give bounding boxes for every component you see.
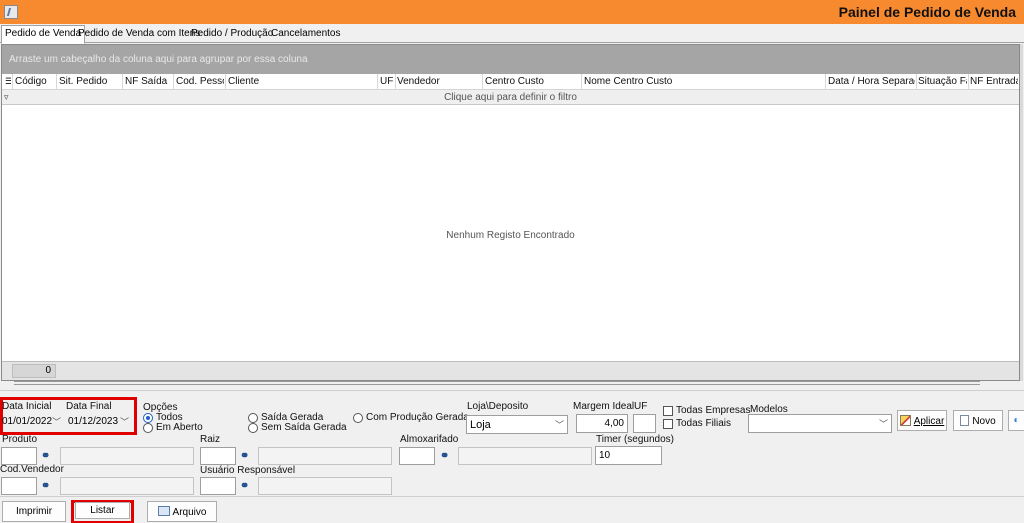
group-by-area[interactable]: Arraste um cabeçalho da coluna aqui para…: [2, 45, 1019, 74]
chevron-down-icon[interactable]: ﹀: [120, 415, 129, 428]
app-icon[interactable]: [4, 5, 18, 19]
radio-sem-saida-gerada-label[interactable]: Sem Saída Gerada: [261, 422, 347, 433]
column-nf-saida[interactable]: NF Saída: [125, 76, 172, 87]
chevron-down-icon[interactable]: ﹀: [52, 415, 61, 428]
column-vendedor[interactable]: Vendedor: [397, 76, 481, 87]
binoculars-icon[interactable]: ⚭: [240, 449, 249, 462]
usuario-responsavel-label: Usuário Responsável: [200, 465, 296, 476]
binoculars-icon[interactable]: ⚭: [240, 479, 249, 492]
title-bar: Painel de Pedido de Venda: [0, 0, 1024, 24]
todas-filiais-label[interactable]: Todas Filiais: [676, 418, 731, 429]
record-count: 0: [12, 364, 56, 378]
column-cliente[interactable]: Cliente: [228, 76, 376, 87]
column-chooser-icon[interactable]: ☰: [5, 76, 11, 87]
loja-deposito-select[interactable]: Loja ﹀: [466, 415, 568, 434]
todas-filiais-checkbox[interactable]: [663, 419, 673, 429]
produto-code-input[interactable]: [1, 447, 37, 465]
raiz-description-field: [258, 447, 392, 465]
produto-label: Produto: [2, 434, 38, 445]
column-header-row: ☰ Código Sit. Pedido NF Saída Cod. Pesso…: [2, 74, 1019, 90]
radio-saida-gerada[interactable]: [248, 413, 258, 423]
novo-button[interactable]: Novo: [953, 410, 1003, 431]
radio-em-aberto[interactable]: [143, 423, 153, 433]
tab-pedido-de-venda-com-itens[interactable]: Pedido de Venda com Itens: [75, 26, 203, 43]
binoculars-icon[interactable]: ⚭: [41, 479, 50, 492]
data-inicial-field[interactable]: 01/01/2022 ﹀: [2, 413, 64, 431]
radio-sem-saida-gerada[interactable]: [248, 423, 258, 433]
empty-message: Nenhum Registo Encontrado: [446, 230, 575, 241]
binoculars-icon[interactable]: ⚭: [440, 449, 449, 462]
almoxarifado-description-field: [458, 447, 592, 465]
vendedor-description-field: [60, 477, 194, 495]
data-final-field[interactable]: 01/12/2023 ﹀: [68, 413, 132, 431]
column-codigo[interactable]: Código: [15, 76, 55, 87]
uf-input[interactable]: [633, 414, 656, 433]
almoxarifado-code-input[interactable]: [399, 447, 435, 465]
margem-ideal-label: Margem Ideal: [573, 401, 635, 412]
tab-bar: Pedido de Venda Pedido de Venda com Iten…: [0, 24, 1024, 44]
extra-toolbar-button[interactable]: ◐: [1008, 410, 1024, 431]
produto-description-field: [60, 447, 194, 465]
timer-input[interactable]: 10: [595, 446, 662, 465]
aplicar-button[interactable]: Aplicar: [897, 410, 947, 431]
raiz-label: Raiz: [200, 434, 221, 445]
column-cod-pessoa[interactable]: Cod. Pessoa: [176, 76, 224, 87]
radio-com-producao-gerada[interactable]: [353, 413, 363, 423]
filter-row[interactable]: ▿ Clique aqui para definir o filtro: [2, 90, 1019, 105]
cod-vendedor-input[interactable]: [1, 477, 37, 495]
usuario-code-input[interactable]: [200, 477, 236, 495]
column-uf[interactable]: UF: [380, 76, 394, 87]
grid-footer: 0: [2, 361, 1019, 380]
uf-label: UF: [634, 401, 648, 412]
todas-empresas-checkbox[interactable]: [663, 406, 673, 416]
modelos-select[interactable]: ﹀: [748, 414, 892, 433]
radio-em-aberto-label[interactable]: Em Aberto: [156, 422, 203, 433]
binoculars-icon[interactable]: ⚭: [41, 449, 50, 462]
column-situacao-fat[interactable]: Situação Fat: [918, 76, 967, 87]
folder-icon: [157, 506, 170, 516]
margem-ideal-input[interactable]: 4,00: [576, 414, 628, 433]
tab-pedido-producao[interactable]: Pedido / Produção: [188, 26, 276, 43]
edit-icon: [899, 415, 911, 426]
column-nome-centro-custo[interactable]: Nome Centro Custo: [584, 76, 824, 87]
action-bar: Imprimir Listar Arquivo: [0, 496, 1024, 523]
column-nf-entrada[interactable]: NF Entrada: [970, 76, 1018, 87]
cod-vendedor-label: Cod.Vendedor: [0, 464, 64, 475]
orders-grid: Arraste um cabeçalho da coluna aqui para…: [1, 44, 1020, 381]
usuario-description-field: [258, 477, 392, 495]
timer-label: Timer (segundos): [596, 434, 674, 445]
listar-button[interactable]: Listar: [75, 502, 130, 519]
data-inicial-label: Data Inicial: [2, 401, 52, 412]
filter-panel: Data Inicial Data Final 01/01/2022 ﹀ 01/…: [0, 390, 1024, 495]
column-sit-pedido[interactable]: Sit. Pedido: [59, 76, 121, 87]
column-data-hora-separacao[interactable]: Data / Hora Separação: [828, 76, 915, 87]
tab-cancelamentos[interactable]: Cancelamentos: [268, 26, 343, 43]
almoxarifado-label: Almoxarifado: [400, 434, 459, 445]
imprimir-button[interactable]: Imprimir: [2, 501, 66, 522]
window-title: Painel de Pedido de Venda: [838, 4, 1016, 20]
arquivo-button[interactable]: Arquivo: [147, 501, 217, 522]
raiz-code-input[interactable]: [200, 447, 236, 465]
radio-todos[interactable]: [143, 413, 153, 423]
vertical-scrollbar[interactable]: [1020, 44, 1023, 381]
globe-icon: ◐: [1013, 415, 1020, 426]
filter-hint: Clique aqui para definir o filtro: [444, 92, 577, 103]
tab-pedido-de-venda[interactable]: Pedido de Venda: [1, 25, 86, 44]
todas-empresas-label[interactable]: Todas Empresas: [676, 405, 750, 416]
chevron-down-icon[interactable]: ﹀: [879, 417, 888, 430]
chevron-down-icon[interactable]: ﹀: [555, 418, 564, 431]
data-final-label: Data Final: [66, 401, 112, 412]
column-centro-custo[interactable]: Centro Custo: [485, 76, 580, 87]
horizontal-scrollbar[interactable]: [14, 381, 980, 385]
group-by-hint: Arraste um cabeçalho da coluna aqui para…: [9, 54, 308, 65]
radio-com-producao-gerada-label[interactable]: Com Produção Gerada: [366, 412, 469, 423]
loja-deposito-label: Loja\Deposito: [467, 401, 529, 412]
new-document-icon: [960, 415, 970, 426]
